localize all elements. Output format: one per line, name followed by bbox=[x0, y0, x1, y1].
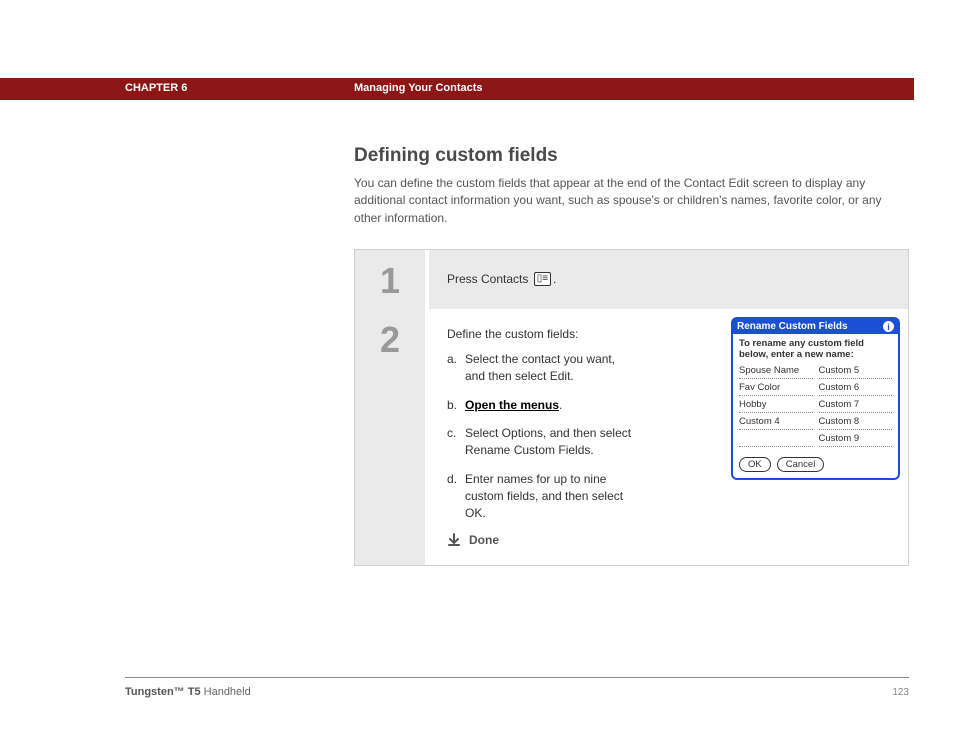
custom-field-input[interactable]: Custom 6 bbox=[819, 382, 893, 396]
substep-c: c. Select Options, and then select Renam… bbox=[447, 425, 637, 459]
marker-a: a. bbox=[447, 351, 465, 385]
custom-field-input[interactable]: Fav Color bbox=[739, 382, 813, 396]
custom-field-input[interactable]: Custom 7 bbox=[819, 399, 893, 413]
chapter-title: Managing Your Contacts bbox=[354, 82, 483, 94]
chapter-label: CHAPTER 6 bbox=[125, 82, 187, 94]
custom-field-input[interactable] bbox=[739, 433, 813, 447]
substep-b-text: Open the menus. bbox=[465, 397, 562, 414]
info-icon[interactable]: i bbox=[883, 321, 894, 332]
open-menus-link[interactable]: Open the menus bbox=[465, 398, 559, 412]
step-1-number: 1 bbox=[380, 260, 400, 302]
section-title: Defining custom fields bbox=[354, 145, 909, 167]
custom-field-input[interactable]: Spouse Name bbox=[739, 365, 813, 379]
page-number: 123 bbox=[892, 687, 909, 698]
substep-b: b. Open the menus. bbox=[447, 397, 637, 414]
section-description: You can define the custom fields that ap… bbox=[354, 175, 909, 227]
substep-d-text: Enter names for up to nine custom fields… bbox=[465, 471, 637, 521]
dialog-col-1: Spouse Name Fav Color Hobby Custom 4 bbox=[739, 365, 813, 447]
step-2-substeps: a. Select the contact you want, and then… bbox=[447, 351, 637, 521]
custom-field-input[interactable]: Custom 9 bbox=[819, 433, 893, 447]
rename-custom-fields-dialog: Rename Custom Fields i To rename any cus… bbox=[731, 317, 900, 480]
dialog-titlebar: Rename Custom Fields i bbox=[733, 319, 898, 334]
substep-c-text: Select Options, and then select Rename C… bbox=[465, 425, 637, 459]
steps-container: 1 Press Contacts ▯≡. 2 Define the custom… bbox=[354, 249, 909, 566]
custom-field-input[interactable]: Custom 8 bbox=[819, 416, 893, 430]
dialog-button-row: OK Cancel bbox=[733, 453, 898, 478]
cancel-button[interactable]: Cancel bbox=[777, 457, 825, 472]
step-2-number: 2 bbox=[380, 319, 400, 361]
custom-field-input[interactable]: Custom 4 bbox=[739, 416, 813, 430]
substep-d: d. Enter names for up to nine custom fie… bbox=[447, 471, 637, 521]
step-1-text-post: . bbox=[553, 272, 556, 286]
footer-product: Tungsten™ T5 Handheld bbox=[125, 686, 251, 698]
step-1-text-pre: Press Contacts bbox=[447, 272, 532, 286]
dialog-fields-grid: Spouse Name Fav Color Hobby Custom 4 Cus… bbox=[733, 363, 898, 453]
dialog-col-2: Custom 5 Custom 6 Custom 7 Custom 8 Cust… bbox=[819, 365, 893, 447]
product-name-rest: Handheld bbox=[201, 686, 251, 698]
main-content: Defining custom fields You can define th… bbox=[354, 145, 909, 566]
chapter-header: CHAPTER 6 Managing Your Contacts bbox=[0, 78, 914, 100]
done-row: Done bbox=[447, 533, 894, 547]
step-1-row: 1 Press Contacts ▯≡. bbox=[355, 250, 908, 309]
dialog-instruction: To rename any custom field below, enter … bbox=[733, 334, 898, 363]
step-number-cell: 1 bbox=[355, 250, 429, 309]
dialog-title-text: Rename Custom Fields bbox=[737, 321, 848, 332]
contacts-icon: ▯≡ bbox=[534, 272, 551, 286]
footer-rule bbox=[125, 677, 909, 678]
step-2-row: 2 Define the custom fields: a. Select th… bbox=[355, 309, 908, 565]
step-number-cell: 2 bbox=[355, 309, 429, 565]
step-2-body: Define the custom fields: a. Select the … bbox=[429, 309, 908, 565]
custom-field-input[interactable]: Hobby bbox=[739, 399, 813, 413]
substep-a: a. Select the contact you want, and then… bbox=[447, 351, 637, 385]
done-arrow-icon bbox=[447, 533, 461, 547]
marker-d: d. bbox=[447, 471, 465, 521]
ok-button[interactable]: OK bbox=[739, 457, 771, 472]
marker-c: c. bbox=[447, 425, 465, 459]
marker-b: b. bbox=[447, 397, 465, 414]
step-1-body: Press Contacts ▯≡. bbox=[429, 250, 908, 309]
done-label: Done bbox=[469, 533, 499, 547]
custom-field-input[interactable]: Custom 5 bbox=[819, 365, 893, 379]
product-name-bold: Tungsten™ T5 bbox=[125, 686, 201, 698]
substep-a-text: Select the contact you want, and then se… bbox=[465, 351, 637, 385]
